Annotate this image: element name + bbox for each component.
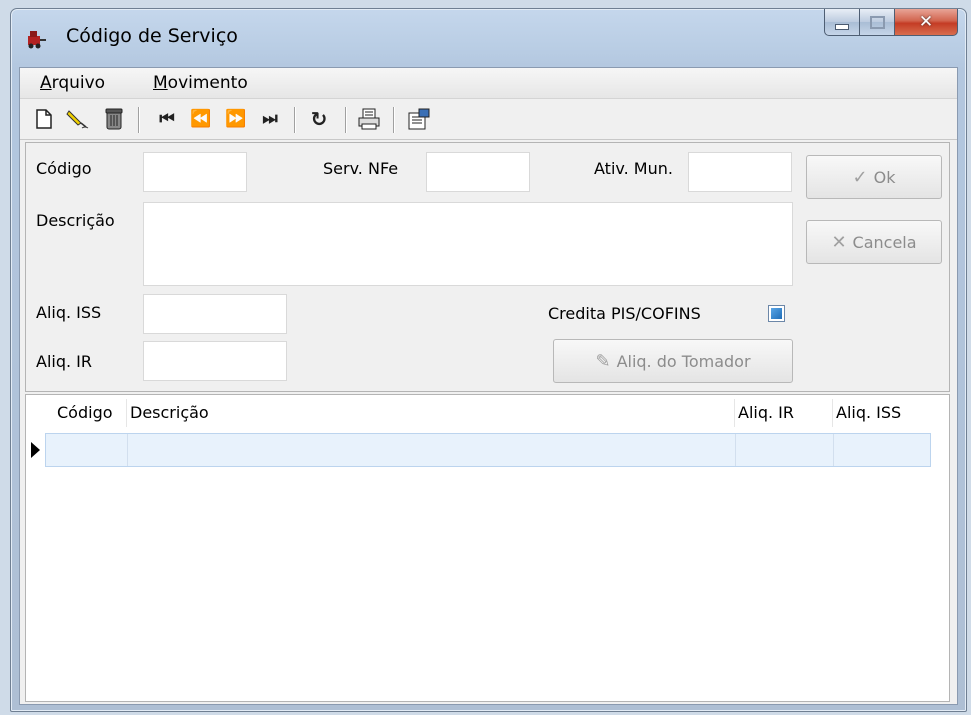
aliq-iss-label: Aliq. ISS xyxy=(36,303,102,322)
column-header-codigo[interactable]: Código xyxy=(57,403,113,422)
maximize-icon xyxy=(869,15,885,29)
table-row[interactable] xyxy=(45,433,931,467)
services-grid: Código Descrição Aliq. IR Aliq. ISS xyxy=(25,394,950,702)
form-panel: Código Serv. NFe Ativ. Mun. ✓ Ok Descriçã… xyxy=(25,142,950,392)
column-divider xyxy=(832,399,833,427)
checkmark-icon: ✓ xyxy=(852,166,868,188)
descricao-input[interactable] xyxy=(143,202,793,286)
serv-nfe-input[interactable] xyxy=(426,152,530,192)
column-divider xyxy=(126,399,127,427)
aliq-ir-input[interactable] xyxy=(143,341,287,381)
ativ-mun-label: Ativ. Mun. xyxy=(594,159,673,178)
column-header-descricao[interactable]: Descrição xyxy=(130,403,209,422)
main-window: Código de Serviço ✕ Arquivo Movimento ⏮ … xyxy=(10,8,967,712)
cancela-button[interactable]: ✕ Cancela xyxy=(806,220,942,264)
next-record-icon[interactable]: ⏩ xyxy=(222,105,250,133)
column-divider xyxy=(734,399,735,427)
pen-icon: ✎ xyxy=(595,350,611,372)
maximize-button[interactable] xyxy=(860,9,895,36)
toolbar-separator xyxy=(345,107,346,133)
descricao-label: Descrição xyxy=(36,211,115,230)
grid-header: Código Descrição Aliq. IR Aliq. ISS xyxy=(26,395,931,430)
codigo-input[interactable] xyxy=(143,152,247,192)
menu-movimento[interactable]: Movimento xyxy=(153,73,248,93)
last-record-icon[interactable]: ⏭ xyxy=(256,105,284,133)
toolbar: ⏮ ⏪ ⏩ ⏭ ↻ xyxy=(20,99,957,140)
properties-icon[interactable] xyxy=(405,105,433,133)
checkbox-fill xyxy=(771,308,782,319)
toolbar-separator xyxy=(138,107,139,133)
menu-accel: A xyxy=(40,73,52,93)
credita-pis-cofins-label: Credita PIS/COFINS xyxy=(548,304,701,323)
printer-icon[interactable] xyxy=(355,105,383,133)
credita-pis-cofins-checkbox[interactable] xyxy=(768,305,785,322)
codigo-label: Código xyxy=(36,159,92,178)
client-area: Arquivo Movimento ⏮ ⏪ ⏩ ⏭ ↻ Código Serv.… xyxy=(19,67,958,705)
toolbar-separator xyxy=(393,107,394,133)
pencil-edit-icon[interactable] xyxy=(64,105,92,133)
aliq-do-tomador-label: Aliq. do Tomador xyxy=(616,351,751,371)
cancela-button-label: Cancela xyxy=(852,232,917,252)
cancel-x-icon: ✕ xyxy=(831,231,847,253)
minimize-icon xyxy=(835,23,849,30)
title-bar[interactable]: Código de Serviço ✕ xyxy=(11,9,966,67)
minimize-button[interactable] xyxy=(824,9,860,36)
app-icon xyxy=(28,31,46,49)
menu-arquivo[interactable]: Arquivo xyxy=(40,73,105,93)
serv-nfe-label: Serv. NFe xyxy=(323,159,399,178)
ok-button[interactable]: ✓ Ok xyxy=(806,155,942,199)
cell-divider xyxy=(127,434,128,466)
cell-divider xyxy=(735,434,736,466)
first-record-icon[interactable]: ⏮ xyxy=(153,105,181,133)
cell-divider xyxy=(833,434,834,466)
aliq-ir-label: Aliq. IR xyxy=(36,352,92,371)
trash-can-icon[interactable] xyxy=(100,105,128,133)
column-header-aliq-iss[interactable]: Aliq. ISS xyxy=(836,403,901,422)
aliq-do-tomador-button[interactable]: ✎ Aliq. do Tomador xyxy=(553,339,793,383)
menu-label: rquivo xyxy=(51,73,106,93)
close-button[interactable]: ✕ xyxy=(895,9,958,36)
aliq-iss-input[interactable] xyxy=(143,294,287,334)
current-row-indicator-icon xyxy=(31,442,40,458)
ativ-mun-input[interactable] xyxy=(688,152,792,192)
menu-accel: M xyxy=(153,73,168,93)
menu-label: ovimento xyxy=(167,73,248,93)
close-icon: ✕ xyxy=(918,12,934,32)
ok-button-label: Ok xyxy=(873,167,896,187)
menu-bar: Arquivo Movimento xyxy=(20,68,957,99)
column-header-aliq-ir[interactable]: Aliq. IR xyxy=(738,403,794,422)
toolbar-separator xyxy=(294,107,295,133)
previous-record-icon[interactable]: ⏪ xyxy=(187,105,215,133)
caption-buttons: ✕ xyxy=(824,9,958,36)
new-document-icon[interactable] xyxy=(30,105,58,133)
window-title: Código de Serviço xyxy=(66,25,238,47)
refresh-icon[interactable]: ↻ xyxy=(305,105,333,133)
